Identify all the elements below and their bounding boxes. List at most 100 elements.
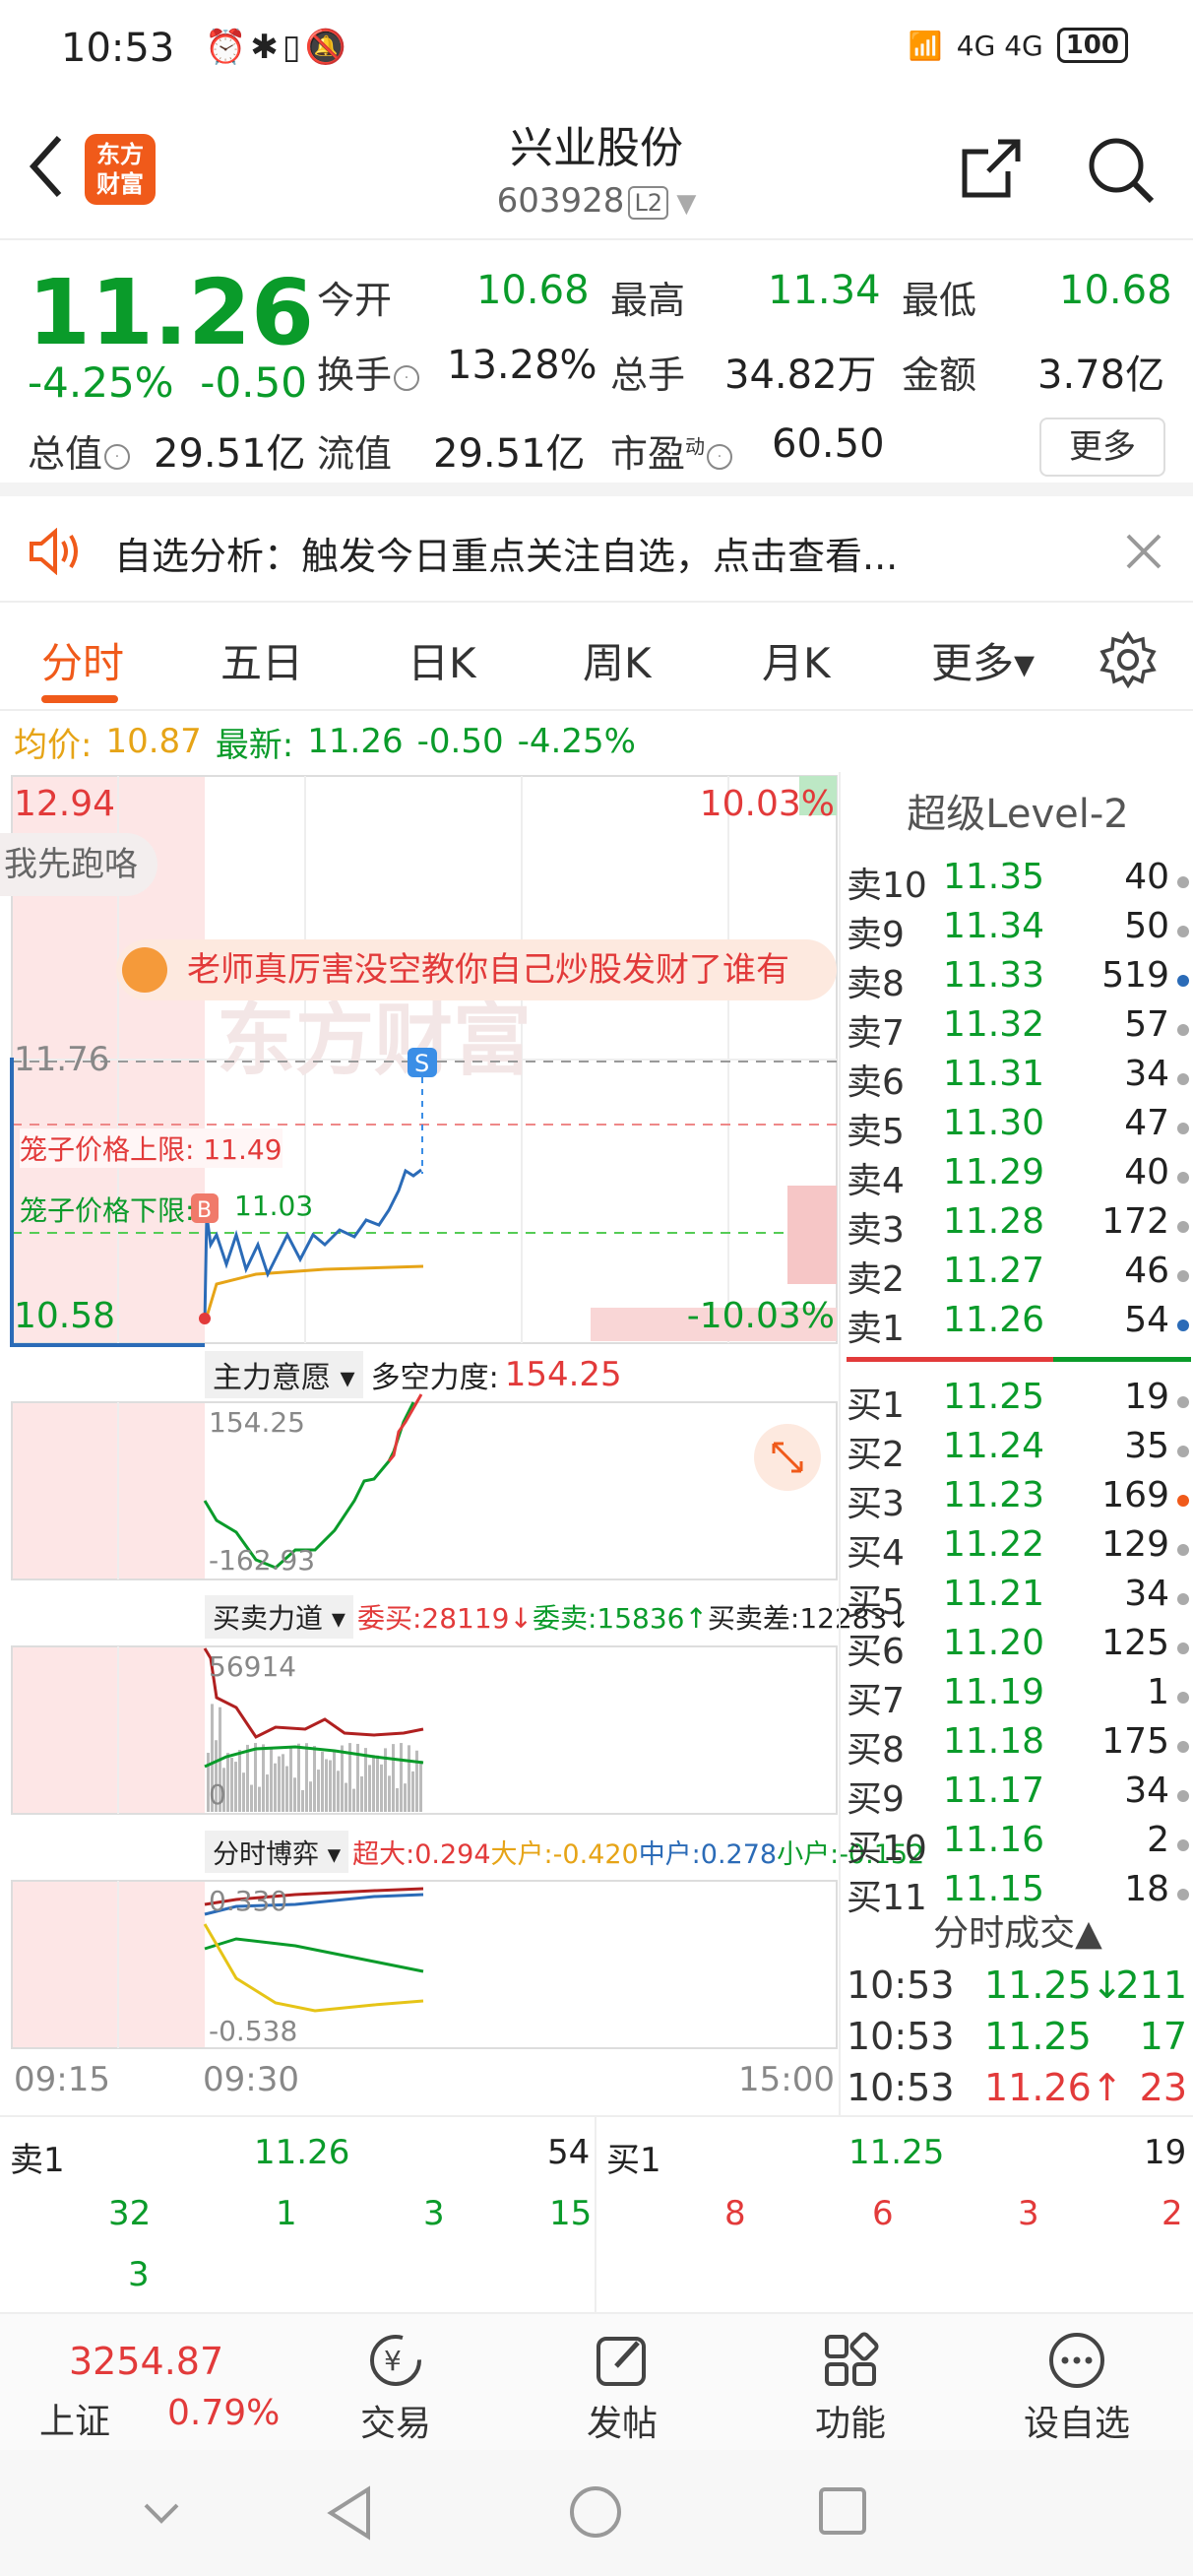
- nav-functions[interactable]: 功能: [772, 2326, 929, 2446]
- info-icon[interactable]: ·: [104, 443, 131, 470]
- queue-sell-order: 3: [423, 2194, 445, 2233]
- float-value: 29.51亿: [433, 431, 586, 477]
- system-recents-icon[interactable]: [817, 2485, 868, 2537]
- ask-row[interactable]: 卖9 11.34 50: [841, 906, 1193, 955]
- level-volume: 129: [1101, 1524, 1169, 1565]
- time-end: 15:00: [738, 2060, 835, 2099]
- buy-marker-label: B: [197, 1198, 212, 1223]
- level-price: 11.31: [943, 1054, 1045, 1094]
- info-icon[interactable]: ·: [394, 364, 420, 391]
- queue-buy-order: 3: [1018, 2194, 1039, 2233]
- bid-row[interactable]: 买7 11.19 1: [841, 1672, 1193, 1721]
- share-icon[interactable]: [959, 136, 1024, 201]
- ask-row[interactable]: 卖5 11.30 47: [841, 1103, 1193, 1152]
- gear-icon[interactable]: [1099, 630, 1158, 689]
- trade-volume: 211: [1115, 1964, 1187, 2007]
- bid-row[interactable]: 买3 11.23 169: [841, 1475, 1193, 1524]
- tab-monthly-k[interactable]: 月K: [762, 630, 831, 690]
- level-name: 卖1: [847, 1309, 905, 1349]
- ask-row[interactable]: 卖7 11.32 57: [841, 1004, 1193, 1054]
- volume-label: 总手: [610, 354, 686, 397]
- level-price: 11.35: [943, 857, 1045, 897]
- ind2-buy: 委买:28119↓: [356, 1602, 533, 1635]
- level-volume: 1: [1147, 1672, 1169, 1712]
- level-dot: [1177, 1320, 1189, 1331]
- notice-bar[interactable]: 自选分析：触发今日重点关注自选，点击查看...: [0, 496, 1193, 603]
- ask-row[interactable]: 卖10 11.35 40: [841, 857, 1193, 906]
- ask-row[interactable]: 卖2 11.27 46: [841, 1251, 1193, 1300]
- bid-row[interactable]: 买4 11.22 129: [841, 1524, 1193, 1574]
- level-volume: 175: [1101, 1721, 1169, 1762]
- chevron-down-icon[interactable]: [138, 2489, 185, 2537]
- danmaku-text: 老师真厉害没空教你自己炒股发财了谁有: [187, 950, 789, 990]
- high-value: 11.34: [768, 268, 881, 313]
- float-label: 流值: [317, 432, 393, 476]
- ind2-selector[interactable]: 买卖力道 ▾: [205, 1595, 353, 1639]
- open-dot: [199, 1313, 211, 1324]
- level-name: 卖10: [847, 866, 927, 906]
- nav-trade[interactable]: ¥ 交易: [317, 2326, 474, 2446]
- level2-panel[interactable]: 超级Level-2 卖10 11.35 40 卖9 11.34 50 卖8 11.33 519 卖…: [839, 772, 1193, 2115]
- level-dot: [1177, 1123, 1189, 1134]
- more-button[interactable]: 更多: [1039, 418, 1165, 477]
- level-volume: 46: [1124, 1251, 1169, 1291]
- nav-trade-label: 交易: [359, 2404, 431, 2444]
- comment-bubble[interactable]: 我先跑咯: [0, 833, 157, 896]
- queue-buy-order: 2: [1162, 2194, 1183, 2233]
- queue-sell-order: 1: [276, 2194, 297, 2233]
- nav-post[interactable]: 发帖: [543, 2326, 701, 2446]
- bottom-price-label: 10.58: [14, 1296, 116, 1336]
- ind3-selector[interactable]: 分时博弈 ▾: [205, 1830, 349, 1873]
- cage-upper-text: 笼子价格上限: 11.49: [20, 1128, 283, 1168]
- trades-title[interactable]: 分时成交▲: [841, 1904, 1193, 1956]
- ask-row[interactable]: 卖8 11.33 519: [841, 955, 1193, 1004]
- trade-icon: ¥: [370, 2335, 421, 2386]
- index-ticker[interactable]: 3254.87 上证 0.79%: [10, 2314, 295, 2452]
- status-time: 10:53: [61, 26, 175, 71]
- bid-row[interactable]: 买10 11.16 2: [841, 1820, 1193, 1869]
- system-home-icon[interactable]: [567, 2483, 624, 2541]
- system-back-icon[interactable]: [323, 2483, 376, 2543]
- bid-row[interactable]: 买1 11.25 19: [841, 1377, 1193, 1426]
- level-name: 买5: [847, 1582, 905, 1623]
- level-name: 买3: [847, 1484, 905, 1524]
- level-price: 11.18: [943, 1721, 1045, 1762]
- bid-row[interactable]: 买9 11.17 34: [841, 1771, 1193, 1820]
- time-open: 09:30: [203, 2060, 299, 2099]
- ind3-min: -0.538: [209, 2015, 298, 2047]
- danmaku-bar[interactable]: 老师真厉害没空教你自己炒股发财了谁有: [116, 939, 837, 1000]
- queue-sell-order: 3: [128, 2255, 150, 2294]
- bid-row[interactable]: 买8 11.18 175: [841, 1721, 1193, 1771]
- ind1-selector[interactable]: 主力意愿 ▾: [205, 1351, 363, 1398]
- nav-functions-label: 功能: [814, 2404, 886, 2444]
- svg-text:¥: ¥: [384, 2345, 402, 2377]
- level-name: 买2: [847, 1435, 905, 1475]
- search-icon[interactable]: [1085, 134, 1156, 205]
- more-icon: [1049, 2333, 1104, 2388]
- close-icon[interactable]: [1124, 532, 1163, 571]
- tab-daily-k[interactable]: 日K: [408, 630, 476, 690]
- info-icon[interactable]: ·: [707, 443, 733, 470]
- ask-row[interactable]: 卖3 11.28 172: [841, 1201, 1193, 1251]
- low-label: 最低: [902, 279, 977, 322]
- nav-add-watchlist[interactable]: 设自选: [998, 2326, 1156, 2446]
- ask-row[interactable]: 卖6 11.31 34: [841, 1054, 1193, 1103]
- bid-row[interactable]: 买6 11.20 125: [841, 1623, 1193, 1672]
- bid-row[interactable]: 买2 11.24 35: [841, 1426, 1193, 1475]
- level-dot: [1177, 1495, 1189, 1507]
- queue-sell-vol: 54: [547, 2133, 591, 2172]
- tab-intraday[interactable]: 分时: [41, 630, 124, 690]
- open-value: 10.68: [476, 268, 590, 313]
- chart-area[interactable]: 东方财富 S B 12.94 10.03% 11.76 10.58 -10.03…: [0, 772, 924, 2115]
- queue-buy-vol: 19: [1144, 2133, 1187, 2172]
- tab-more[interactable]: 更多▾: [931, 630, 1035, 690]
- tab-weekly-k[interactable]: 周K: [583, 630, 652, 690]
- battery-icon: 100: [1056, 28, 1128, 63]
- tab-five-day[interactable]: 五日: [220, 630, 303, 690]
- level-dot: [1177, 975, 1189, 987]
- bid-row[interactable]: 买5 11.21 34: [841, 1574, 1193, 1623]
- level-volume: 34: [1124, 1771, 1169, 1811]
- ask-row[interactable]: 卖1 11.26 54: [841, 1300, 1193, 1349]
- level-name: 卖8: [847, 964, 905, 1004]
- ask-row[interactable]: 卖4 11.29 40: [841, 1152, 1193, 1201]
